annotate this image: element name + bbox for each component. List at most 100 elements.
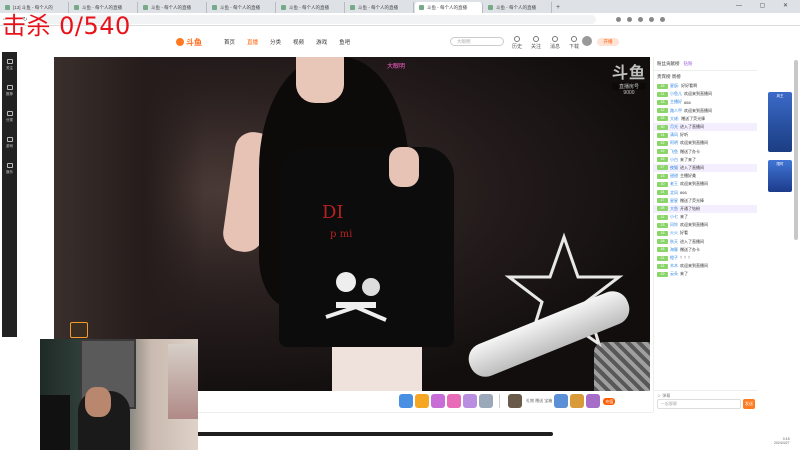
extension-icons [616,16,665,22]
sidebar-item-entertainment[interactable]: 娱乐 [2,156,17,182]
nav-category[interactable]: 分类 [270,38,281,46]
chat-username[interactable]: 小白 [670,157,678,163]
browser-tab[interactable]: 斗鱼 - 每个人的直播 [346,2,414,13]
chat-username[interactable]: 月光 [670,124,678,130]
chat-username[interactable]: 阿明 [670,140,678,146]
profile-icon[interactable] [649,16,654,22]
video-username-tag: 大眼明 [387,64,406,70]
open-live-button[interactable]: 开播 [597,38,619,46]
extension-icon[interactable] [627,16,632,22]
chat-username[interactable]: 北风 [670,190,678,196]
chat-message: 17 星星 赠送了荧光棒 [654,197,757,205]
chat-username[interactable]: 飞鱼 [670,149,678,155]
ad-banner[interactable]: 风王 [768,92,792,152]
scrollbar[interactable] [794,60,798,240]
chat-message: 27 夜猫 进入了直播间 [654,163,757,173]
nav-yuba[interactable]: 鱼吧 [339,38,350,46]
chat-username[interactable]: 秋天 [670,239,678,245]
search-input[interactable]: 大眼明 [450,37,504,46]
chat-username[interactable]: 清风 [670,132,678,138]
extension-icon[interactable] [638,16,643,22]
chat-text: 赠送了荧光棒 [681,115,706,121]
sidebar-item-follow[interactable]: 关注 [2,52,17,78]
chat-username[interactable]: 橙子 [670,255,678,261]
gift-icon[interactable] [447,394,461,408]
chat-input[interactable]: 一起聊聊 [657,399,741,409]
chat-username[interactable]: 大佬: [670,116,679,122]
recharge-button[interactable]: 充值 [603,397,616,405]
gift-icon[interactable] [479,394,493,408]
heart-icon [6,59,13,64]
shirt-print-text: p mi [330,229,353,240]
nav-video[interactable]: 视频 [293,38,304,46]
chat-message: 11 小七 来了 [654,213,757,221]
tab-favicon-icon [419,5,424,10]
chat-username[interactable]: 老王 [670,181,678,187]
browser-tab[interactable]: 斗鱼 - 每个人的直播 [139,2,207,13]
window-controls[interactable]: — ▢ ✕ [736,2,796,9]
chat-text: 来了来了 [680,156,696,162]
chat-username[interactable]: 星辰: [670,83,679,89]
chat-username[interactable]: 夜猫 [670,165,678,171]
menu-icon[interactable] [660,16,665,22]
sidebar-item-recommend[interactable]: 推荐 [2,78,17,104]
chat-username[interactable]: 路人甲 [670,108,682,114]
download-button[interactable]: 下载 [569,36,579,50]
browser-tab[interactable]: 斗鱼 - 每个人的直播 [484,2,552,13]
browser-tab[interactable]: 斗鱼 - 每个人的直播 [208,2,276,13]
chat-username[interactable]: 大鱼 [670,206,678,212]
site-logo[interactable]: 斗鱼 [176,37,202,48]
history-button[interactable]: 历史 [512,36,522,50]
tab-diamond-fans[interactable]: 钻粉 [684,61,693,67]
chat-username[interactable]: 甜甜 [670,173,678,179]
chat-message: 30 月光 进入了直播间 [654,122,757,132]
rank-row[interactable]: 贵宾榜 周榜 [654,71,757,82]
gift-icon[interactable] [399,394,413,408]
chat-text: 来了 [680,271,688,277]
chat-message: 13 甜甜 主播好美 [654,172,757,180]
ad-banner[interactable]: 限时 [768,160,792,192]
gift-text: 礼物 赠送 宝箱 [526,398,553,403]
webcam-overlay [40,339,198,450]
chat-text: 好看 [680,230,688,236]
gift-icon[interactable] [431,394,445,408]
level-badge: 22 [657,140,668,146]
chat-username[interactable]: 主播好 [670,99,682,105]
send-button[interactable]: 发送 [743,399,755,409]
level-badge: 15 [657,83,668,89]
level-badge: 21 [657,255,668,261]
chat-username[interactable]: 风铃 [670,222,678,228]
sidebar-item-games[interactable]: 游戏 [2,130,17,156]
chat-username[interactable]: 木木 [670,263,678,269]
avatar[interactable] [582,36,592,46]
follow-button[interactable]: 关注 [531,36,541,50]
gift-icon[interactable] [554,394,569,408]
nav-games[interactable]: 游戏 [316,38,327,46]
sidebar-item-category[interactable]: 分类 [2,104,17,130]
new-tab-button[interactable]: + [556,2,560,13]
tab-fan-rank[interactable]: 粉丝贡献榜 [657,61,680,67]
chat-username[interactable]: 云朵 [670,271,678,277]
gift-icon[interactable] [508,394,522,408]
chat-username[interactable]: 海豚 [670,247,678,253]
browser-tab[interactable]: 斗鱼 - 每个人的直播 [277,2,345,13]
gift-icon[interactable] [463,394,477,408]
gift-icon[interactable] [586,394,601,408]
chat-username[interactable]: 星星 [670,198,678,204]
browser-tab-active[interactable]: 斗鱼 - 每个人的直播 [415,2,483,13]
streamer-hand [389,147,419,187]
message-button[interactable]: 消息 [550,36,560,50]
gift-icon[interactable] [570,394,585,408]
level-badge: 24 [657,190,668,196]
badge-icon[interactable] [70,322,88,338]
grid-icon [6,111,13,116]
extension-icon[interactable] [616,16,621,22]
shirt-artwork [325,272,387,322]
nav-home[interactable]: 首页 [224,38,235,46]
chat-username[interactable]: 小七 [670,214,678,220]
webcam-poster [168,344,198,419]
chat-username[interactable]: 小鱼儿 [670,91,682,97]
gift-icon[interactable] [415,394,429,408]
chat-username[interactable]: 火火 [670,230,678,236]
nav-live[interactable]: 直播 [247,38,258,46]
